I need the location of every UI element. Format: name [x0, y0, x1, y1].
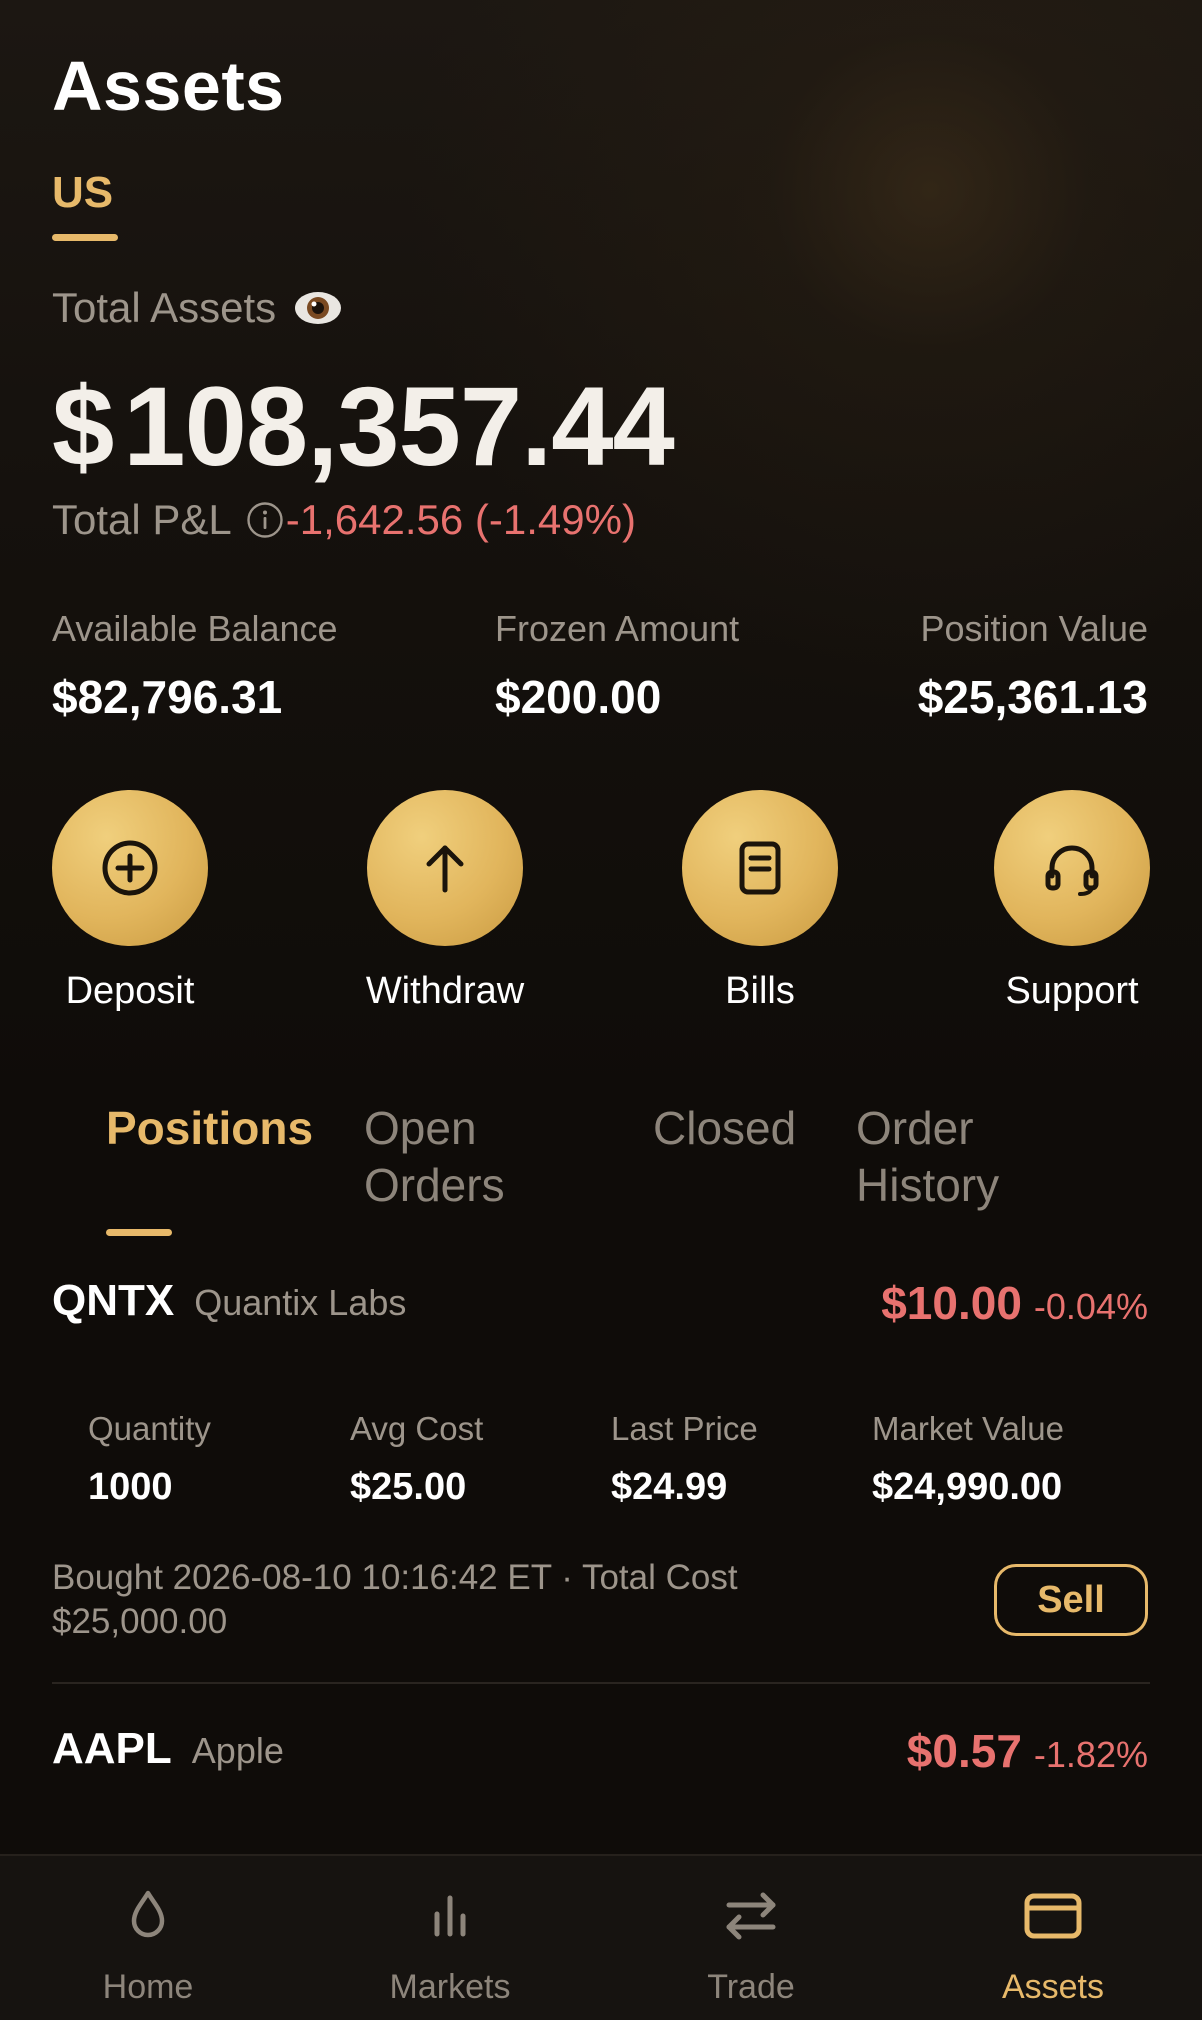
- nav-markets-label: Markets: [389, 1968, 511, 2006]
- position-change: -0.04%: [1033, 1286, 1148, 1327]
- total-assets-label-row: Total Assets: [52, 284, 342, 332]
- document-icon: [739, 841, 781, 895]
- tab-order-history[interactable]: Order History: [856, 1100, 999, 1214]
- region-tab-underline: [52, 234, 118, 241]
- position-value-label: Position Value: [920, 608, 1148, 649]
- info-icon[interactable]: [246, 501, 284, 539]
- position-value-amount: 25,361.13: [943, 671, 1148, 723]
- tab-closed[interactable]: Closed: [653, 1100, 796, 1157]
- position-price: $10.00: [881, 1277, 1022, 1329]
- position-price: $0.57: [906, 1725, 1022, 1777]
- bought-total-cost: $25,000.00: [52, 1602, 228, 1641]
- eye-icon[interactable]: [294, 289, 342, 327]
- frozen-amount-currency: $: [495, 671, 521, 723]
- tab-open-orders[interactable]: Open Orders: [364, 1100, 505, 1214]
- support-button[interactable]: [994, 790, 1150, 946]
- position-value-value: $25,361.13: [918, 670, 1148, 724]
- market-value-label: Market Value: [872, 1410, 1064, 1447]
- quantity-value: 1000: [88, 1466, 173, 1508]
- headset-icon: [1045, 845, 1099, 896]
- nav-markets[interactable]: Markets: [350, 1880, 550, 2007]
- total-pnl-label: Total P&L: [52, 496, 232, 543]
- position-symbol: QNTX: [52, 1276, 175, 1325]
- market-value-value: $24,990.00: [872, 1466, 1063, 1508]
- bought-info: Bought 2026-08-10 10:16:42 ET · Total Co…: [52, 1556, 882, 1644]
- deposit-circle[interactable]: [52, 790, 208, 946]
- frozen-amount-amount: 200.00: [520, 671, 662, 723]
- available-balance-label: Available Balance: [52, 608, 338, 649]
- withdraw-button[interactable]: [367, 790, 523, 946]
- available-balance-currency: $: [52, 671, 78, 723]
- total-pnl-row: Total P&L -1,642.56 (-1.49%): [52, 496, 636, 544]
- nav-trade-label: Trade: [707, 1968, 795, 2006]
- tab-positions-underline: [106, 1229, 172, 1236]
- position-change: -1.82%: [1033, 1734, 1148, 1775]
- page-title: Assets: [52, 47, 285, 125]
- position-company: Apple: [191, 1730, 284, 1771]
- region-tab-us[interactable]: US: [52, 168, 113, 218]
- position-header-aapl[interactable]: AAPL Apple: [52, 1724, 284, 1774]
- deposit-label: Deposit: [65, 970, 195, 1012]
- nav-assets-label: Assets: [1001, 1968, 1105, 2006]
- support-circle[interactable]: [994, 790, 1150, 946]
- quantity-label: Quantity: [88, 1410, 211, 1447]
- nav-home-label: Home: [102, 1968, 194, 2006]
- total-assets-currency: $: [52, 364, 114, 489]
- tab-positions[interactable]: Positions: [106, 1100, 313, 1157]
- wallet-icon: [953, 1880, 1153, 1950]
- position-price-qntx: $10.00 -0.04%: [881, 1276, 1148, 1330]
- plus-circle-icon: [102, 840, 158, 896]
- withdraw-label: Withdraw: [365, 970, 525, 1012]
- position-company: Quantix Labs: [194, 1282, 407, 1323]
- arrow-up-icon: [426, 845, 464, 893]
- bills-circle[interactable]: [682, 790, 838, 946]
- position-header-qntx[interactable]: QNTX Quantix Labs: [52, 1276, 406, 1326]
- available-balance-amount: 82,796.31: [77, 671, 283, 723]
- support-label: Support: [1005, 970, 1139, 1012]
- sell-button[interactable]: Sell: [994, 1564, 1148, 1636]
- bought-time-line: Bought 2026-08-10 10:16:42 ET · Total Co…: [52, 1558, 738, 1597]
- total-assets-value: 108,357.44: [123, 364, 675, 489]
- available-balance-value: $82,796.31: [52, 670, 282, 724]
- frozen-amount-label: Frozen Amount: [495, 608, 740, 649]
- position-symbol: AAPL: [52, 1724, 172, 1773]
- nav-home[interactable]: Home: [48, 1880, 248, 2007]
- last-price-value: $24.99: [611, 1466, 728, 1508]
- total-pnl-value: -1,642.56 (-1.49%): [285, 496, 636, 543]
- withdraw-circle[interactable]: [367, 790, 523, 946]
- deposit-button[interactable]: [52, 790, 208, 946]
- last-price-label: Last Price: [611, 1410, 758, 1447]
- swap-arrows-icon: [651, 1880, 851, 1950]
- avg-cost-value: $25.00: [350, 1466, 467, 1508]
- frozen-amount-value: $200.00: [495, 670, 661, 724]
- bar-chart-icon: [350, 1880, 550, 1950]
- total-assets-label: Total Assets: [52, 284, 277, 331]
- total-assets-amount: $108,357.44: [52, 362, 675, 491]
- nav-trade[interactable]: Trade: [651, 1880, 851, 2007]
- bills-label: Bills: [725, 970, 795, 1012]
- position-price-aapl: $0.57 -1.82%: [907, 1724, 1148, 1778]
- avg-cost-label: Avg Cost: [350, 1410, 484, 1447]
- bills-button[interactable]: [682, 790, 838, 946]
- position-value-currency: $: [917, 671, 944, 723]
- nav-assets[interactable]: Assets: [953, 1880, 1153, 2007]
- position-divider: [52, 1682, 1150, 1684]
- drop-icon: [48, 1880, 248, 1950]
